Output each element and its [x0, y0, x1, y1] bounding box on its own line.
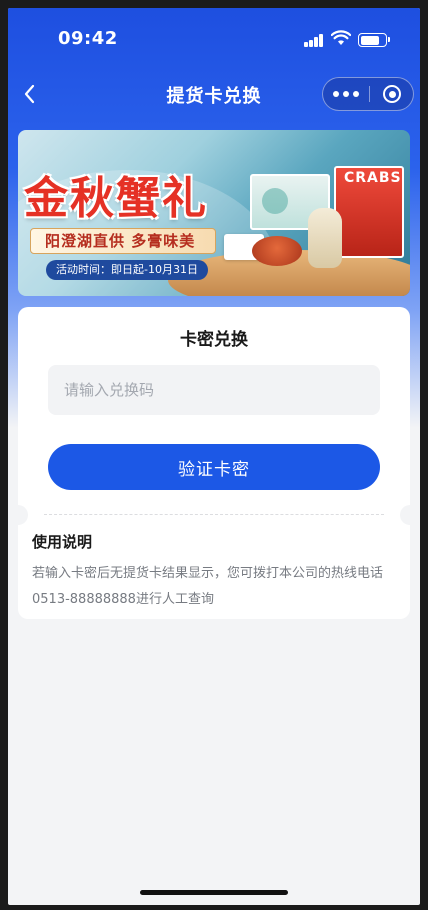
phone-screen: 09:42 提货卡兑换 CRABS 金秋蟹礼 阳澄湖直供 多膏味美 活动时间：即… [8, 8, 420, 905]
wine-bottle-image [308, 208, 342, 268]
redeem-title: 卡密兑换 [180, 330, 248, 350]
miniprogram-capsule [322, 77, 414, 111]
battery-icon [358, 33, 390, 47]
more-dot [353, 91, 359, 97]
card-notch-left [8, 505, 28, 525]
crab-box-label: CRABS [344, 170, 402, 186]
more-dot [343, 91, 349, 97]
dashed-divider [44, 514, 384, 515]
usage-title: 使用说明 [32, 533, 93, 551]
redeem-card: 卡密兑换 验证卡密 使用说明 若输入卡密后无提货卡结果显示，您可拨打本公司的热线… [8, 307, 420, 619]
crab-image [252, 236, 302, 266]
status-time: 09:42 [58, 28, 118, 49]
battery-level [360, 35, 379, 45]
cellular-signal-icon [304, 34, 324, 47]
banner-date: 活动时间：即日起-10月31日 [46, 260, 208, 280]
wifi-icon [331, 30, 351, 45]
usage-description: 若输入卡密后无提货卡结果显示，您可拨打本公司的热线电话0513-88888888… [32, 566, 384, 607]
home-indicator[interactable] [140, 890, 288, 895]
target-close-icon [383, 85, 401, 103]
more-button[interactable] [323, 78, 369, 110]
more-dots-icon [333, 91, 339, 97]
target-dot [388, 90, 396, 98]
status-bar: 09:42 [8, 8, 420, 70]
promo-banner[interactable]: CRABS 金秋蟹礼 阳澄湖直供 多膏味美 活动时间：即日起-10月31日 [18, 130, 410, 296]
verify-code-button[interactable]: 验证卡密 [48, 444, 380, 490]
card-notch-right [400, 505, 420, 525]
redeem-code-input[interactable] [48, 365, 380, 415]
close-miniprogram-button[interactable] [370, 78, 414, 110]
banner-title: 金秋蟹礼 [24, 173, 208, 224]
banner-slogan: 阳澄湖直供 多膏味美 [30, 228, 217, 254]
nav-bar: 提货卡兑换 [8, 70, 420, 118]
